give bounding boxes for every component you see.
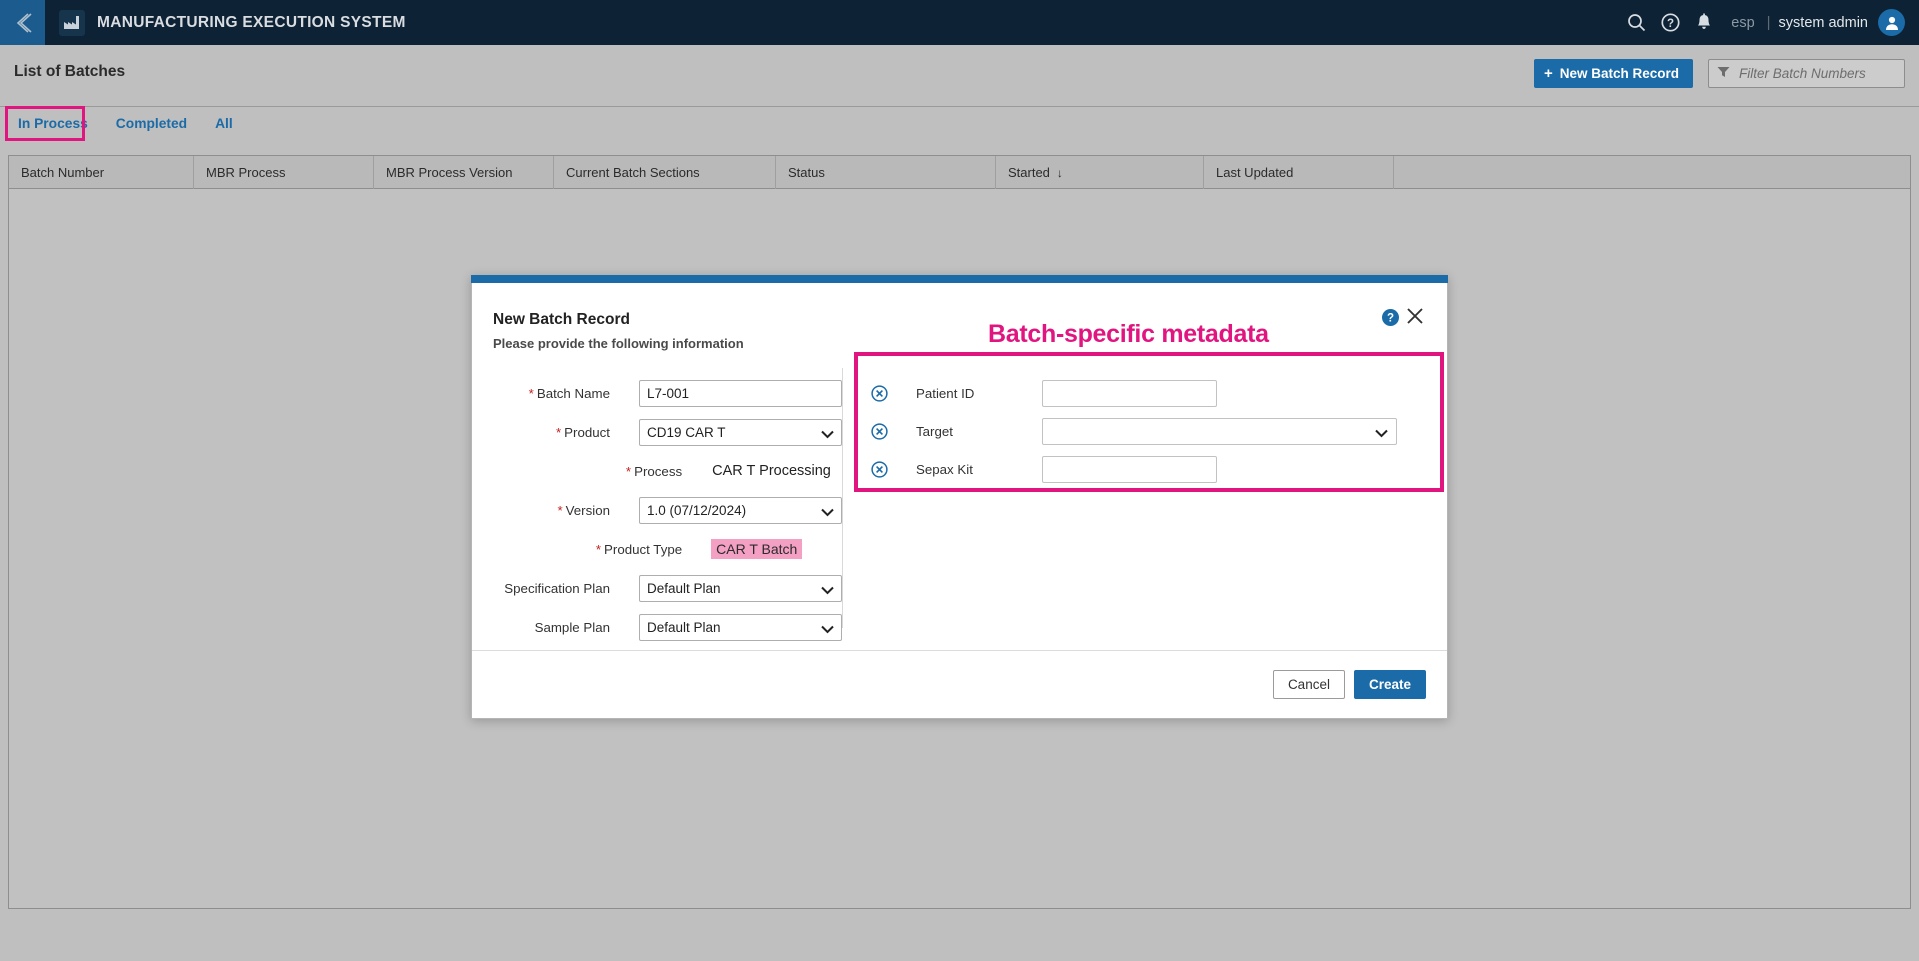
metadata-row-target: Target: [858, 412, 1438, 450]
remove-circle-x-icon: [870, 422, 888, 440]
patient-id-input[interactable]: [1042, 379, 1217, 407]
label-sample-plan: Sample Plan: [534, 619, 610, 635]
sample-plan-select[interactable]: Default Plan: [639, 613, 842, 641]
dialog-help-button[interactable]: ?: [1382, 309, 1399, 331]
create-button[interactable]: Create: [1353, 670, 1426, 699]
label-product: * Product: [555, 424, 610, 440]
modal-overlay: New Batch Record Please provide the foll…: [0, 0, 1919, 961]
remove-patient-id-button[interactable]: [858, 384, 900, 402]
field-row-batch-name: * Batch Name: [472, 374, 842, 412]
label-batch-name: * Batch Name: [528, 385, 610, 401]
dialog-title: New Batch Record: [493, 311, 630, 328]
product-type-value: CAR T Batch: [711, 539, 803, 559]
process-value: CAR T Processing: [712, 463, 831, 479]
remove-circle-x-icon: [870, 384, 888, 402]
dialog-close-button[interactable]: [1406, 307, 1424, 329]
dialog-accent-bar: [471, 275, 1448, 283]
field-row-process: * Process CAR T Processing: [472, 452, 842, 490]
remove-circle-x-icon: [870, 460, 888, 478]
label-patient-id: Patient ID: [916, 385, 975, 401]
cancel-button[interactable]: Cancel: [1272, 670, 1345, 699]
sepax-kit-input[interactable]: [1042, 455, 1217, 483]
new-batch-record-dialog: New Batch Record Please provide the foll…: [471, 275, 1448, 719]
remove-target-button[interactable]: [858, 422, 900, 440]
version-select[interactable]: 1.0 (07/12/2024): [639, 496, 842, 524]
dialog-subtitle: Please provide the following information: [493, 336, 744, 351]
close-x-icon: [1407, 308, 1423, 324]
target-select[interactable]: [1042, 417, 1397, 445]
label-sepax-kit: Sepax Kit: [916, 461, 973, 477]
metadata-annotation-text: Batch-specific metadata: [988, 320, 1269, 348]
required-asterisk: *: [528, 385, 534, 401]
column-divider: [842, 368, 843, 628]
required-asterisk: *: [557, 502, 563, 518]
required-asterisk: *: [555, 424, 562, 440]
required-asterisk: *: [595, 541, 602, 557]
remove-sepax-kit-button[interactable]: [858, 460, 900, 478]
label-version: * Version: [557, 502, 610, 518]
metadata-row-sepax-kit: Sepax Kit: [858, 450, 1438, 488]
metadata-row-patient-id: Patient ID: [858, 374, 1438, 412]
product-select[interactable]: CD19 CAR T: [639, 418, 842, 446]
label-process: * Process: [625, 463, 683, 479]
field-row-sample-plan: Sample Plan Default Plan: [472, 608, 842, 646]
required-asterisk: *: [625, 463, 632, 479]
label-target: Target: [916, 423, 953, 439]
help-circle-icon: ?: [1382, 309, 1399, 326]
field-row-product-type: * Product Type CAR T Batch: [472, 530, 842, 568]
field-row-product: * Product CD19 CAR T: [472, 413, 842, 451]
field-row-specification-plan: Specification Plan Default Plan: [472, 569, 842, 607]
dialog-footer: Cancel Create: [472, 650, 1447, 718]
field-row-version: * Version 1.0 (07/12/2024): [472, 491, 842, 529]
batch-metadata-section: Patient ID Target Sepax Kit: [858, 374, 1438, 488]
batch-name-input[interactable]: [639, 379, 842, 407]
primary-fields-section: *Batch Name *Product CD19 CAR T: [472, 374, 842, 647]
specification-plan-select[interactable]: Default Plan: [639, 574, 842, 602]
svg-text:?: ?: [1387, 313, 1394, 325]
label-specification-plan: Specification Plan: [504, 580, 610, 596]
label-product-type: * Product Type: [595, 541, 683, 557]
